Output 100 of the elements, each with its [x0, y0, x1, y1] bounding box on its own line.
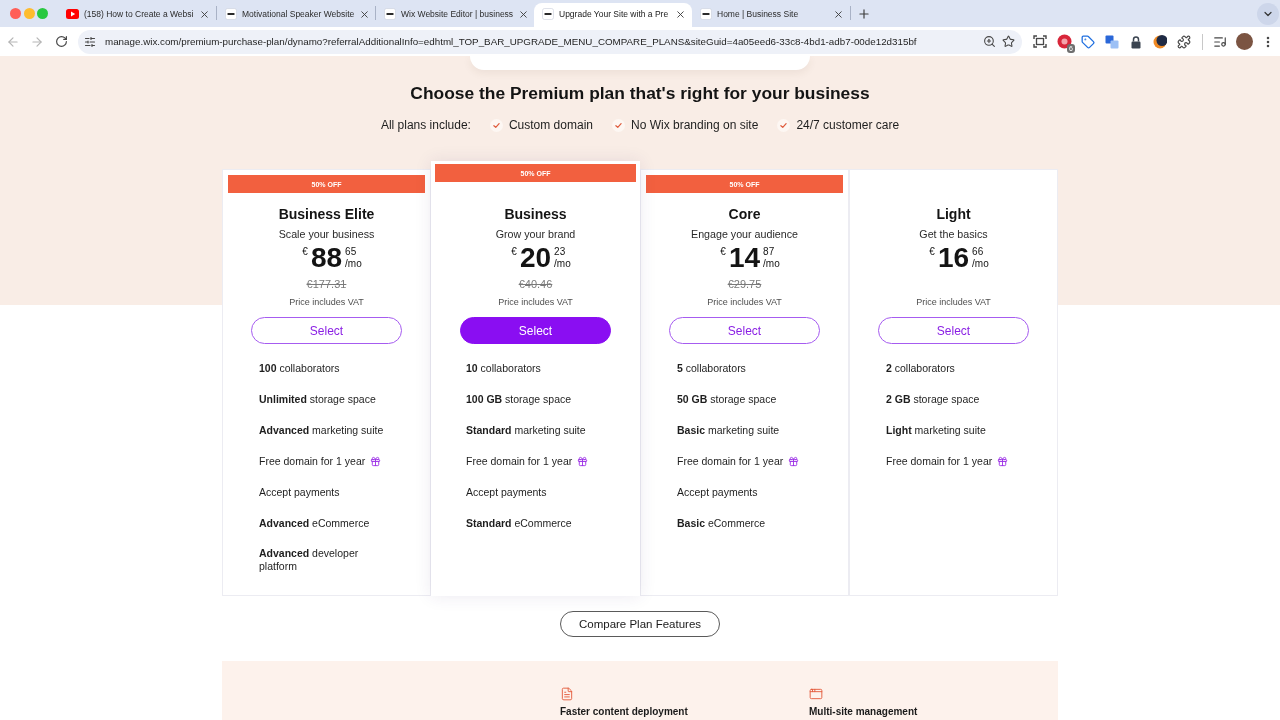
window-icon — [809, 687, 823, 701]
includes-label: All plans include: — [380, 118, 471, 132]
vat-note: Price includes VAT — [289, 296, 364, 309]
price-amount: 88 — [310, 243, 343, 273]
plan-feature: Free domain for 1 year — [259, 454, 366, 468]
zoom-icon[interactable] — [983, 35, 996, 48]
select-button[interactable]: Select — [669, 317, 820, 344]
site-icon — [225, 8, 237, 20]
price-amount: 14 — [728, 243, 761, 273]
compare-plans-button[interactable]: Compare Plan Features — [559, 611, 721, 637]
plan-feature: 100 collaborators — [259, 361, 340, 375]
close-icon[interactable] — [199, 8, 210, 20]
crescent-icon[interactable] — [1153, 34, 1167, 49]
price-cents: 87 — [763, 246, 776, 258]
price-cents: 23 — [554, 246, 567, 258]
highlight-title: Multi-site management — [809, 705, 918, 718]
price-period: /mo — [763, 258, 780, 270]
plan-feature: 10 collaborators — [466, 361, 541, 375]
browser-tab[interactable]: Home | Business Site — [692, 3, 850, 27]
close-icon[interactable] — [675, 8, 686, 20]
close-icon[interactable] — [833, 8, 844, 20]
plan-feature: Accept payments — [466, 485, 547, 499]
price-period: /mo — [554, 258, 571, 270]
site-icon — [542, 8, 554, 20]
plan-feature: Free domain for 1 year — [677, 454, 784, 468]
currency-symbol: € — [511, 246, 517, 258]
plan-feature: Free domain for 1 year — [466, 454, 573, 468]
plan-feature: 2 collaborators — [886, 361, 955, 375]
plan-feature: 50 GB storage space — [677, 392, 777, 406]
plan-feature: Advanced marketing suite — [259, 423, 384, 437]
close-icon[interactable] — [359, 8, 371, 20]
plan-feature: Accept payments — [677, 485, 758, 499]
page-title: Choose the Premium plan that's right for your business — [410, 82, 870, 105]
price-period: /mo — [345, 258, 362, 270]
original-price: €29.75 — [727, 277, 762, 291]
price-cents: 66 — [972, 246, 985, 258]
plan-feature: Basic eCommerce — [677, 516, 766, 530]
plan-tagline: Scale your business — [278, 227, 375, 241]
price-amount: 20 — [519, 243, 552, 273]
circle-extension-icon[interactable] — [1056, 34, 1072, 49]
check-icon — [777, 118, 791, 132]
new-tab-icon[interactable] — [857, 6, 871, 21]
plan-feature: Accept payments — [259, 485, 340, 499]
browser-tab[interactable]: Motivational Speaker Website — [217, 3, 375, 27]
puzzle-icon[interactable] — [1177, 34, 1191, 49]
tag-icon[interactable] — [1081, 34, 1095, 49]
site-info-icon[interactable] — [84, 35, 96, 48]
browser-tab[interactable]: Wix Website Editor | business — [376, 3, 534, 27]
vat-note: Price includes VAT — [498, 296, 573, 309]
included-feature: 24/7 customer care — [796, 118, 900, 132]
lock-icon[interactable] — [1129, 34, 1143, 49]
plan-name: Business Elite — [278, 205, 375, 223]
check-icon — [612, 118, 625, 132]
tab-list-button[interactable] — [1257, 2, 1279, 25]
plan-feature: 100 GB storage space — [466, 392, 572, 406]
currency-symbol: € — [720, 246, 726, 258]
playlist-icon[interactable] — [1213, 34, 1227, 49]
document-icon — [560, 687, 574, 701]
close-icon[interactable] — [518, 8, 530, 20]
select-button[interactable]: Select — [878, 317, 1029, 344]
plan-name: Light — [936, 205, 971, 223]
plan-tagline: Engage your audience — [691, 227, 798, 241]
plan-feature: Standard marketing suite — [466, 423, 586, 437]
plan-feature: Free domain for 1 year — [886, 454, 993, 468]
included-feature: Custom domain — [508, 118, 593, 132]
price-cents: 65 — [345, 246, 358, 258]
address-bar[interactable]: manage.wix.com/premium-purchase-plan/dynamo?referralAdditionalInfo=edhtml_TOP_BAR_UPGRADE_MENU_COMPARE_PLANS&siteGuid=4a05eed6-33c8-4bd1-adb7-00de12d315bf — [78, 29, 1022, 54]
select-button[interactable]: Select — [251, 317, 402, 344]
check-icon — [489, 118, 503, 132]
plan-feature: Light marketing suite — [886, 423, 986, 437]
site-icon — [384, 8, 396, 20]
plan-feature: Standard eCommerce — [466, 516, 572, 530]
vat-note: Price includes VAT — [707, 296, 782, 309]
currency-symbol: € — [929, 246, 935, 258]
browser-tab[interactable]: (158) How to Create a Websi — [58, 3, 216, 27]
site-icon — [700, 8, 712, 20]
select-button[interactable]: Select — [460, 317, 611, 344]
bookmark-star-icon[interactable] — [1002, 35, 1015, 48]
original-price: €177.31 — [306, 277, 347, 291]
plan-name: Core — [728, 205, 761, 223]
included-feature: No Wix branding on site — [631, 118, 759, 132]
translate-icon[interactable] — [1105, 34, 1119, 49]
plan-feature: 2 GB storage space — [886, 392, 980, 406]
plan-feature: 5 collaborators — [677, 361, 746, 375]
screen-capture-icon[interactable] — [1033, 35, 1047, 48]
plan-tagline: Grow your brand — [495, 227, 576, 241]
reload-icon[interactable] — [54, 35, 68, 48]
plan-name: Business — [504, 205, 567, 223]
vat-note: Price includes VAT — [916, 296, 991, 309]
play-icon — [66, 9, 79, 19]
plan-feature: Advanced eCommerce — [259, 516, 370, 530]
plan-feature: Basic marketing suite — [677, 423, 780, 437]
price-period: /mo — [972, 258, 989, 270]
plan-feature: Unlimited storage space — [259, 392, 376, 406]
currency-symbol: € — [302, 246, 308, 258]
avatar-icon[interactable] — [1235, 33, 1253, 50]
browser-tab[interactable]: Upgrade Your Site with a Pre — [534, 3, 692, 27]
original-price: €40.46 — [518, 277, 553, 291]
price-amount: 16 — [937, 243, 970, 273]
highlight-title: Faster content deployment — [560, 705, 688, 718]
